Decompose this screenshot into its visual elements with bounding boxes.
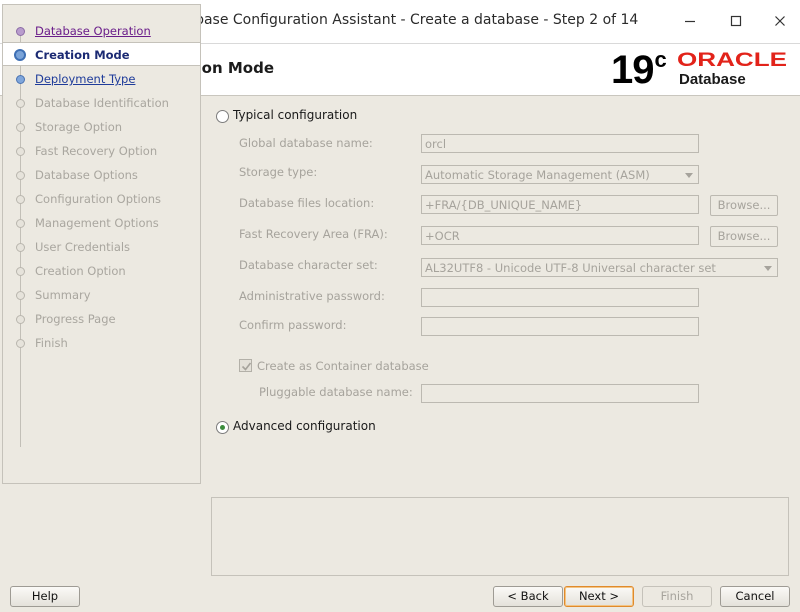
admin-password-label: Administrative password: bbox=[239, 289, 385, 303]
back-button[interactable]: < Back bbox=[493, 586, 563, 607]
logo-version-sup: c bbox=[654, 47, 667, 72]
step-current-icon bbox=[14, 49, 26, 61]
step-pending-icon bbox=[16, 243, 25, 252]
sidebar-item-configuration-options: Configuration Options bbox=[3, 187, 200, 211]
charset-value: AL32UTF8 - Unicode UTF-8 Universal chara… bbox=[425, 261, 716, 275]
step-pending-icon bbox=[16, 171, 25, 180]
maximize-icon bbox=[730, 15, 742, 27]
charset-select[interactable]: AL32UTF8 - Unicode UTF-8 Universal chara… bbox=[421, 258, 778, 277]
sidebar-item-creation-option: Creation Option bbox=[3, 259, 200, 283]
logo-version: 19 bbox=[611, 48, 654, 92]
step-pending-icon bbox=[16, 315, 25, 324]
step-pending-icon bbox=[16, 291, 25, 300]
sidebar-item-deployment-type[interactable]: Deployment Type bbox=[3, 67, 200, 91]
step-done-icon bbox=[16, 27, 25, 36]
sidebar-item-fast-recovery-option: Fast Recovery Option bbox=[3, 139, 200, 163]
global-db-name-label: Global database name: bbox=[239, 136, 373, 150]
finish-button[interactable]: Finish bbox=[642, 586, 712, 607]
sidebar-item-summary: Summary bbox=[3, 283, 200, 307]
step-pending-icon bbox=[16, 267, 25, 276]
sidebar-item-label: Configuration Options bbox=[35, 192, 162, 206]
sidebar-item-user-credentials: User Credentials bbox=[3, 235, 200, 259]
db-files-location-label: Database files location: bbox=[239, 196, 375, 210]
container-db-checkbox[interactable] bbox=[239, 359, 252, 372]
advanced-config-label[interactable]: Advanced configuration bbox=[233, 419, 376, 433]
maximize-button[interactable] bbox=[723, 9, 749, 33]
sidebar-item-label: Finish bbox=[35, 336, 68, 350]
typical-config-label[interactable]: Typical configuration bbox=[233, 108, 357, 122]
step-pending-icon bbox=[16, 195, 25, 204]
sidebar-item-creation-mode[interactable]: Creation Mode bbox=[3, 42, 200, 66]
sidebar-item-label: Storage Option bbox=[35, 120, 123, 134]
pdb-name-field[interactable] bbox=[421, 384, 699, 403]
checkmark-icon bbox=[241, 362, 252, 371]
oracle-19c-logo: 19c bbox=[611, 47, 667, 98]
logo-product-name: Database bbox=[679, 71, 746, 88]
db-files-browse-button[interactable]: Browse... bbox=[710, 195, 778, 216]
storage-type-label: Storage type: bbox=[239, 165, 318, 179]
sidebar-item-database-identification: Database Identification bbox=[3, 91, 200, 115]
sidebar-item-label: Fast Recovery Option bbox=[35, 144, 158, 158]
close-button[interactable] bbox=[767, 9, 793, 33]
step-pending-icon bbox=[16, 219, 25, 228]
typical-config-radio[interactable] bbox=[216, 110, 229, 123]
sidebar-item-label: User Credentials bbox=[35, 240, 131, 254]
storage-type-value: Automatic Storage Management (ASM) bbox=[425, 168, 650, 182]
sidebar-item-label: Management Options bbox=[35, 216, 159, 230]
step-pending-icon bbox=[16, 99, 25, 108]
db-files-location-field[interactable]: +FRA/{DB_UNIQUE_NAME} bbox=[421, 195, 699, 214]
oracle-logo-text: ORACLE bbox=[677, 50, 787, 68]
sidebar-item-label: Creation Mode bbox=[35, 48, 130, 62]
storage-type-select[interactable]: Automatic Storage Management (ASM) bbox=[421, 165, 699, 184]
step-next-icon bbox=[16, 75, 25, 84]
next-button[interactable]: Next > bbox=[564, 586, 634, 607]
sidebar-item-finish: Finish bbox=[3, 331, 200, 355]
cancel-button[interactable]: Cancel bbox=[720, 586, 790, 607]
step-sidebar: Database Operation Creation Mode Deploym… bbox=[2, 4, 201, 484]
sidebar-item-management-options: Management Options bbox=[3, 211, 200, 235]
minimize-button[interactable] bbox=[677, 9, 703, 33]
message-area bbox=[211, 497, 789, 576]
sidebar-item-database-options: Database Options bbox=[3, 163, 200, 187]
sidebar-item-progress-page: Progress Page bbox=[3, 307, 200, 331]
confirm-password-label: Confirm password: bbox=[239, 318, 347, 332]
oracle-logo: ORACLE bbox=[677, 50, 787, 68]
sidebar-item-label: Deployment Type bbox=[35, 72, 136, 86]
sidebar-item-label: Database Identification bbox=[35, 96, 169, 110]
advanced-config-radio[interactable] bbox=[216, 421, 229, 434]
global-db-name-field[interactable]: orcl bbox=[421, 134, 699, 153]
close-icon bbox=[775, 16, 785, 26]
sidebar-item-label: Progress Page bbox=[35, 312, 116, 326]
sidebar-item-label: Creation Option bbox=[35, 264, 126, 278]
step-pending-icon bbox=[16, 123, 25, 132]
minimize-icon bbox=[685, 20, 695, 23]
step-pending-icon bbox=[16, 147, 25, 156]
container-db-label: Create as Container database bbox=[257, 359, 429, 373]
sidebar-item-storage-option: Storage Option bbox=[3, 115, 200, 139]
fra-browse-button[interactable]: Browse... bbox=[710, 226, 778, 247]
admin-password-field[interactable] bbox=[421, 288, 699, 307]
sidebar-item-label: Summary bbox=[35, 288, 91, 302]
fra-field[interactable]: +OCR bbox=[421, 226, 699, 245]
fra-label: Fast Recovery Area (FRA): bbox=[239, 227, 388, 241]
sidebar-item-database-operation[interactable]: Database Operation bbox=[3, 19, 200, 43]
sidebar-item-label: Database Options bbox=[35, 168, 138, 182]
step-pending-icon bbox=[16, 339, 25, 348]
help-button[interactable]: Help bbox=[10, 586, 80, 607]
pdb-name-label: Pluggable database name: bbox=[259, 385, 413, 399]
confirm-password-field[interactable] bbox=[421, 317, 699, 336]
sidebar-item-label: Database Operation bbox=[35, 24, 151, 38]
charset-label: Database character set: bbox=[239, 258, 378, 272]
